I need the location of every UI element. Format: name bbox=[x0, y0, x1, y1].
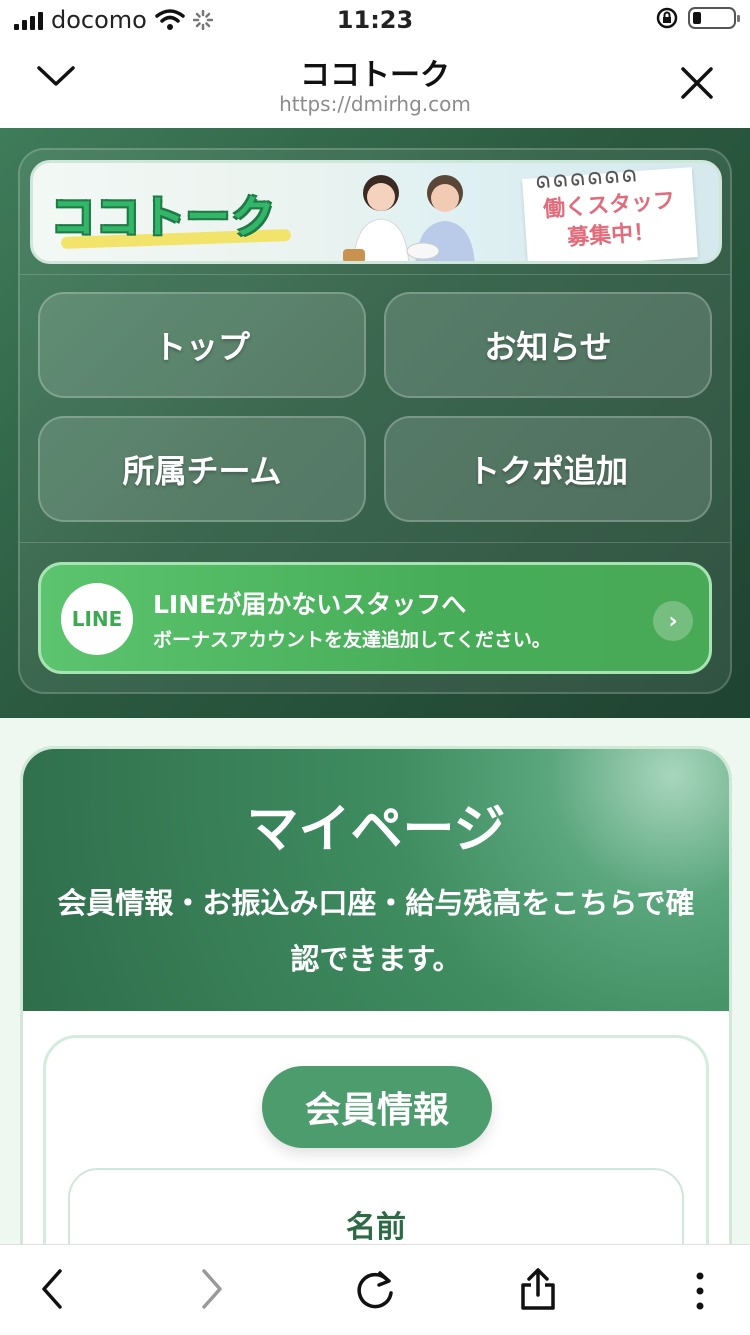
mypage-title: マイページ bbox=[246, 800, 506, 860]
chevron-right-icon[interactable]: › bbox=[653, 601, 693, 641]
status-right bbox=[656, 7, 740, 29]
line-banner-subtitle: ボーナスアカウントを友達追加してください。 bbox=[153, 629, 551, 651]
main-content: マイページ 会員情報・お振込み口座・給与残高をこちらで確認できます。 会員情報 … bbox=[0, 718, 750, 1266]
divider bbox=[20, 542, 730, 543]
battery-icon bbox=[688, 7, 740, 29]
mypage-description: 会員情報・お振込み口座・給与残高をこちらで確認できます。 bbox=[57, 886, 695, 976]
mypage-header: マイページ 会員情報・お振込み口座・給与残高をこちらで確認できます。 bbox=[23, 749, 729, 1011]
nav-button-news[interactable]: お知らせ bbox=[384, 292, 712, 398]
browser-toolbar bbox=[0, 1244, 750, 1335]
back-icon[interactable] bbox=[38, 1267, 66, 1311]
member-info-section: 会員情報 名前 bbox=[43, 1035, 709, 1263]
reload-icon[interactable] bbox=[354, 1269, 396, 1311]
name-field-label: 名前 bbox=[346, 1210, 406, 1245]
page-url[interactable]: https://dmirhg.com bbox=[0, 92, 750, 116]
more-icon[interactable] bbox=[694, 1271, 706, 1311]
line-friend-banner[interactable]: LINE LINEが届かないスタッフへ ボーナスアカウントを友達追加してください… bbox=[38, 562, 712, 674]
staff-illustration bbox=[343, 175, 475, 261]
nav-area: ココトーク ᘏᘏᘏᘏᘏᘏ 働くスタッフ 募集中！ トップ お知らせ 所属チーム … bbox=[0, 128, 750, 718]
share-icon[interactable] bbox=[518, 1267, 558, 1311]
recruit-note: ᘏᘏᘏᘏᘏᘏ 働くスタッフ 募集中！ bbox=[522, 166, 698, 261]
forward-icon[interactable] bbox=[198, 1267, 226, 1311]
header-banner[interactable]: ココトーク ᘏᘏᘏᘏᘏᘏ 働くスタッフ 募集中！ bbox=[30, 160, 722, 264]
nav-button-team[interactable]: 所属チーム bbox=[38, 416, 366, 522]
orientation-lock-icon bbox=[656, 7, 678, 29]
member-info-pill: 会員情報 bbox=[262, 1066, 492, 1148]
mypage-card: マイページ 会員情報・お振込み口座・給与残高をこちらで確認できます。 会員情報 … bbox=[20, 746, 732, 1266]
nav-button-top[interactable]: トップ bbox=[38, 292, 366, 398]
site-logo: ココトーク bbox=[51, 192, 276, 243]
clock: 11:23 bbox=[336, 6, 414, 34]
page-title: ココトーク bbox=[300, 58, 450, 93]
line-banner-title: LINEが届かないスタッフへ bbox=[153, 590, 467, 619]
nav-card: ココトーク ᘏᘏᘏᘏᘏᘏ 働くスタッフ 募集中！ トップ お知らせ 所属チーム … bbox=[18, 148, 732, 694]
status-bar: docomo 11:23 bbox=[0, 0, 750, 40]
nav-button-add-points[interactable]: トクポ追加 bbox=[384, 416, 712, 522]
close-icon[interactable] bbox=[680, 66, 714, 100]
browser-header: ココトーク https://dmirhg.com bbox=[0, 40, 750, 128]
divider bbox=[20, 274, 730, 275]
line-logo-icon: LINE bbox=[61, 583, 133, 655]
